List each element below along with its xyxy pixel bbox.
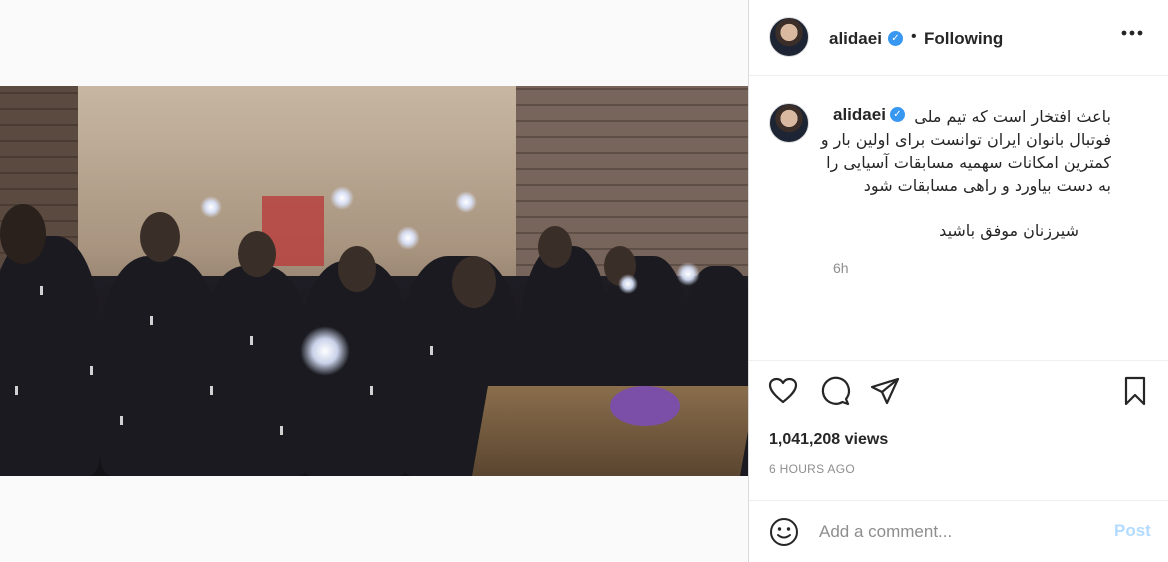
emoji-icon-svg	[770, 518, 798, 546]
following-button[interactable]: Following	[924, 29, 1003, 49]
person-head	[0, 204, 46, 264]
phone-light	[455, 191, 477, 213]
view-count[interactable]: 1,041,208 views	[769, 431, 888, 449]
separator-dot: •	[911, 28, 917, 45]
person	[0, 236, 100, 476]
author-avatar[interactable]	[769, 17, 809, 57]
confetti	[15, 386, 18, 395]
person-head	[338, 246, 376, 292]
comment-icon-svg	[821, 376, 851, 406]
confetti	[250, 336, 253, 345]
person-head	[140, 212, 180, 262]
caption-area: alidaei ✓ باعث افتخار است که تیم ملی فوت…	[749, 77, 1168, 360]
verified-badge-icon: ✓	[888, 31, 903, 46]
person-head	[452, 256, 496, 308]
post-panel: alidaei ✓ • Following alidaei ✓ باعث افت…	[748, 0, 1168, 562]
phone-light	[330, 186, 354, 210]
flowers	[610, 386, 680, 426]
phone-light	[676, 262, 700, 286]
comment-icon[interactable]	[819, 375, 851, 407]
share-icon[interactable]	[869, 375, 901, 407]
heart-icon[interactable]	[767, 375, 799, 407]
person	[200, 266, 310, 476]
comment-input[interactable]	[819, 519, 1099, 545]
phone-light	[618, 274, 638, 294]
post-actions: 1,041,208 views 6 HOURS AGO	[749, 360, 1168, 520]
phone-light	[300, 326, 350, 376]
more-icon[interactable]	[1119, 22, 1145, 50]
confetti	[90, 366, 93, 375]
bookmark-icon-svg	[1124, 376, 1146, 406]
confetti	[370, 386, 373, 395]
person-head	[238, 231, 276, 277]
confetti	[150, 316, 153, 325]
phone-light	[396, 226, 420, 250]
bookmark-icon[interactable]	[1119, 375, 1151, 407]
post-timestamp[interactable]: 6 HOURS AGO	[769, 462, 855, 476]
phone-light	[200, 196, 222, 218]
caption-time[interactable]: 6h	[833, 260, 849, 276]
media-area	[0, 0, 748, 562]
more-dots-icon	[1121, 30, 1143, 36]
post-comment-button[interactable]: Post	[1114, 521, 1151, 541]
dining-table	[472, 386, 748, 476]
emoji-icon[interactable]	[769, 517, 799, 547]
heart-icon-svg	[768, 377, 798, 404]
share-icon-svg	[870, 377, 900, 405]
confetti	[120, 416, 123, 425]
confetti	[280, 426, 283, 435]
confetti	[430, 346, 433, 355]
comment-bar: Post	[749, 500, 1168, 562]
person-head	[538, 226, 572, 268]
author-username[interactable]: alidaei	[829, 29, 882, 49]
confetti	[40, 286, 43, 295]
caption-text: باعث افتخار است که تیم ملی فوتبال بانوان…	[820, 107, 1111, 195]
confetti	[210, 386, 213, 395]
post-header: alidaei ✓ • Following	[749, 0, 1168, 76]
post-video[interactable]	[0, 86, 748, 476]
caption-closing: شیرزنان موفق باشید	[939, 221, 1079, 240]
